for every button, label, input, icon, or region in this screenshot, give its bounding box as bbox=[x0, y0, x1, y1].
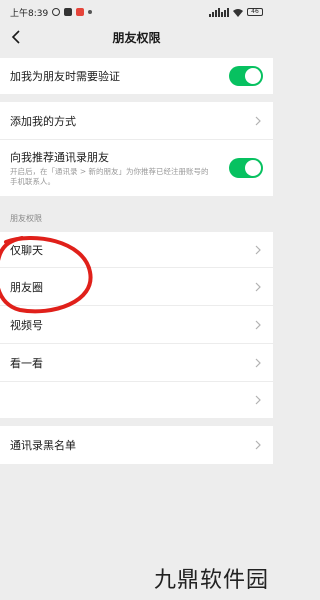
blacklist-label: 通讯录黑名单 bbox=[10, 439, 76, 452]
permission-item-top-stories[interactable]: 看一看 bbox=[0, 344, 273, 382]
permission-item-chat-only[interactable]: 仅聊天 bbox=[0, 232, 273, 268]
recommend-label: 向我推荐通讯录朋友 bbox=[10, 151, 109, 164]
permission-item-label: 视频号 bbox=[10, 318, 43, 332]
alarm-icon bbox=[52, 8, 61, 16]
toggle-knob bbox=[245, 68, 261, 84]
chevron-right-icon bbox=[253, 439, 263, 451]
verify-group: 加我为朋友时需要验证 bbox=[0, 58, 273, 94]
watermark: 九鼎软件园 bbox=[153, 568, 269, 593]
more-notifications-icon bbox=[88, 10, 93, 14]
nav-bar: 朋友权限 bbox=[0, 24, 273, 50]
add-settings-group: 添加我的方式 向我推荐通讯录朋友 开启后，在「通讯录 > 新的朋友」为你推荐已经… bbox=[0, 102, 273, 196]
wifi-icon bbox=[233, 8, 243, 17]
chevron-right-icon bbox=[253, 281, 263, 293]
add-methods-label: 添加我的方式 bbox=[10, 114, 76, 128]
app-notification-icon bbox=[64, 8, 73, 16]
verify-row[interactable]: 加我为朋友时需要验证 bbox=[0, 58, 273, 94]
app-notification-icon-2 bbox=[76, 8, 85, 16]
status-bar: 上午8:39 46 bbox=[0, 0, 273, 24]
chevron-right-icon bbox=[253, 244, 263, 256]
page-title: 朋友权限 bbox=[112, 30, 161, 45]
section-header-friend-permissions: 朋友权限 bbox=[10, 213, 42, 223]
toggle-knob bbox=[245, 160, 261, 176]
chevron-right-icon bbox=[253, 319, 263, 331]
battery-icon: 46 bbox=[247, 8, 263, 16]
recommend-text: 向我推荐通讯录朋友 开启后，在「通讯录 > 新的朋友」为你推荐已经注册账号的手机… bbox=[10, 149, 215, 187]
chevron-right-icon bbox=[253, 357, 263, 369]
verify-toggle[interactable] bbox=[229, 66, 263, 86]
recommend-description: 开启后，在「通讯录 > 新的朋友」为你推荐已经注册账号的手机联系人。 bbox=[10, 167, 209, 186]
add-methods-row[interactable]: 添加我的方式 bbox=[0, 102, 273, 140]
blacklist-group: 通讯录黑名单 bbox=[0, 426, 273, 464]
battery-level: 46 bbox=[251, 8, 259, 15]
chevron-right-icon bbox=[253, 394, 263, 406]
permission-item-moments[interactable]: 朋友圈 bbox=[0, 268, 273, 306]
verify-label: 加我为朋友时需要验证 bbox=[10, 70, 120, 83]
permission-item-label: 朋友圈 bbox=[10, 280, 43, 294]
signal-icon bbox=[209, 7, 229, 17]
chevron-left-icon bbox=[11, 30, 20, 44]
recommend-row[interactable]: 向我推荐通讯录朋友 开启后，在「通讯录 > 新的朋友」为你推荐已经注册账号的手机… bbox=[0, 140, 273, 196]
friend-permissions-group: 仅聊天 朋友圈 视频号 看一看 bbox=[0, 232, 273, 418]
status-time: 上午8:39 bbox=[10, 8, 49, 19]
permission-item-label: 看一看 bbox=[10, 356, 43, 370]
blacklist-row[interactable]: 通讯录黑名单 bbox=[0, 426, 273, 464]
permission-item-label: 仅聊天 bbox=[10, 243, 43, 257]
permission-item-blank[interactable] bbox=[0, 382, 273, 418]
chevron-right-icon bbox=[253, 115, 263, 127]
back-button[interactable] bbox=[6, 27, 26, 47]
recommend-toggle[interactable] bbox=[229, 158, 263, 178]
permission-item-channels[interactable]: 视频号 bbox=[0, 306, 273, 344]
